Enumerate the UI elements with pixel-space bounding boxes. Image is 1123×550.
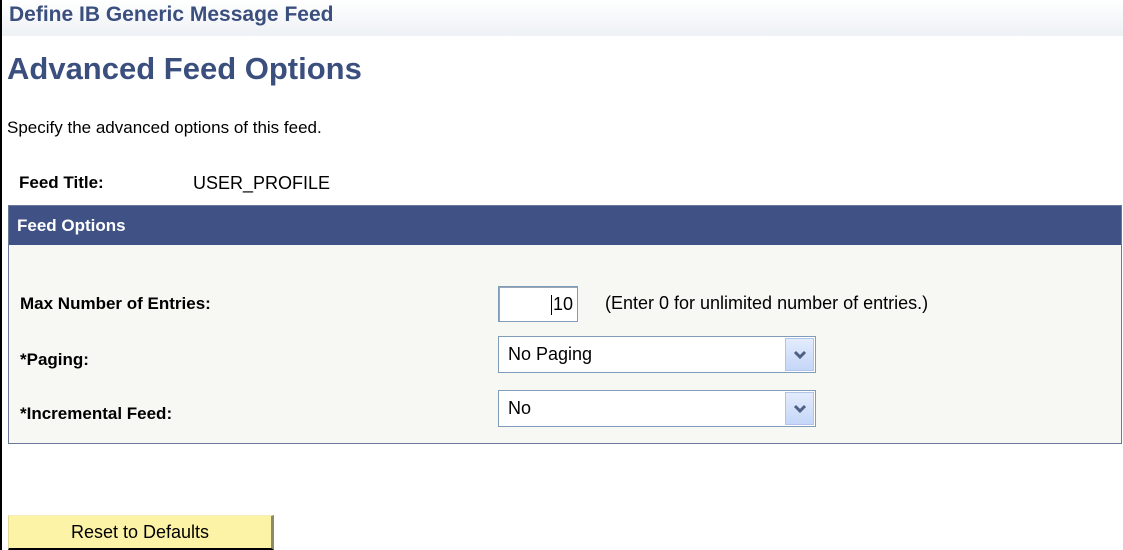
max-entries-value: 10 bbox=[552, 294, 573, 314]
paging-dropdown-button[interactable] bbox=[785, 338, 814, 371]
incremental-feed-select[interactable]: No bbox=[498, 390, 816, 427]
incremental-feed-selected-value: No bbox=[508, 398, 532, 418]
paging-label: *Paging: bbox=[20, 350, 89, 369]
chevron-down-icon bbox=[793, 350, 806, 359]
incremental-feed-label: *Incremental Feed: bbox=[20, 404, 173, 423]
feed-title-label: Feed Title: bbox=[19, 173, 104, 192]
title-bar: Define IB Generic Message Feed bbox=[2, 0, 1123, 36]
paging-selected-value: No Paging bbox=[508, 344, 593, 364]
max-entries-label: Max Number of Entries: bbox=[20, 294, 211, 313]
reset-to-defaults-button[interactable]: Reset to Defaults bbox=[8, 515, 274, 550]
feed-title-value: USER_PROFILE bbox=[193, 173, 331, 193]
left-border bbox=[0, 0, 2, 550]
chevron-down-icon bbox=[793, 404, 806, 413]
max-entries-hint: (Enter 0 for unlimited number of entries… bbox=[605, 293, 929, 313]
instructions-text: Specify the advanced options of this fee… bbox=[7, 118, 322, 137]
feed-options-header: Feed Options bbox=[9, 206, 1121, 245]
feed-options-group: Feed Options Max Number of Entries: 10 (… bbox=[8, 205, 1122, 444]
incremental-feed-dropdown-button[interactable] bbox=[785, 392, 814, 425]
paging-select[interactable]: No Paging bbox=[498, 336, 816, 373]
app-title: Define IB Generic Message Feed bbox=[9, 3, 334, 26]
max-entries-input[interactable]: 10 bbox=[498, 286, 578, 322]
text-caret bbox=[550, 295, 552, 316]
page-title: Advanced Feed Options bbox=[7, 51, 362, 86]
